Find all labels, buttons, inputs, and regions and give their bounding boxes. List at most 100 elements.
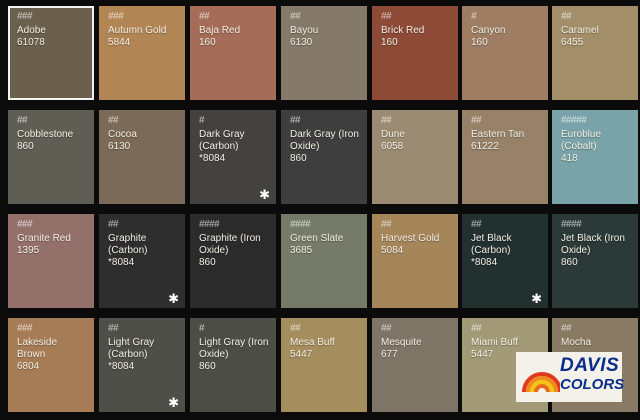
- swatch-label: Mesa Buff 5447: [290, 337, 361, 361]
- price-indicator: ##: [381, 323, 392, 334]
- color-code: 860: [17, 141, 34, 152]
- price-indicator: ###: [17, 323, 33, 334]
- color-name: Graphite (Carbon): [108, 233, 148, 256]
- color-swatch-canyon[interactable]: # Canyon 160: [462, 6, 548, 100]
- color-name: Eastern Tan: [471, 129, 525, 140]
- color-code: 860: [199, 257, 216, 268]
- color-name: Mesa Buff: [290, 337, 335, 348]
- price-indicator: ##: [561, 323, 572, 334]
- color-name: Autumn Gold: [108, 25, 167, 36]
- color-name: Cocoa: [108, 129, 137, 140]
- color-swatch-lakeside-brown[interactable]: ### Lakeside Brown 6804: [8, 318, 94, 412]
- color-swatch-dark-gray-carbon[interactable]: # Dark Gray (Carbon) *8084 ✱: [190, 110, 276, 204]
- color-swatch-baja-red[interactable]: ## Baja Red 160: [190, 6, 276, 100]
- color-swatch-granite-red[interactable]: ### Granite Red 1395: [8, 214, 94, 308]
- color-code: 677: [381, 349, 398, 360]
- color-swatch-euroblue-cobalt[interactable]: ##### Euroblue (Cobalt) 418: [552, 110, 638, 204]
- color-swatch-green-slate[interactable]: #### Green Slate 3685: [281, 214, 367, 308]
- color-code: *8084: [199, 153, 226, 164]
- swatch-label: Euroblue (Cobalt) 418: [561, 129, 632, 165]
- price-indicator: ####: [561, 219, 582, 230]
- color-swatch-bayou[interactable]: ## Bayou 6130: [281, 6, 367, 100]
- color-name: Mocha: [561, 337, 592, 348]
- color-swatch-graphite-iron-oxide[interactable]: #### Graphite (Iron Oxide) 860: [190, 214, 276, 308]
- swatch-label: Eastern Tan 61222: [471, 129, 542, 153]
- price-indicator: ##: [108, 219, 119, 230]
- price-indicator: #: [199, 115, 205, 126]
- color-code: 860: [290, 153, 307, 164]
- color-swatch-light-gray-iron-oxide[interactable]: # Light Gray (Iron Oxide) 860: [190, 318, 276, 412]
- color-code: 5084: [381, 245, 404, 256]
- color-name: Brick Red: [381, 25, 425, 36]
- color-code: 160: [381, 37, 398, 48]
- price-indicator: ###: [17, 11, 33, 22]
- price-indicator: ##: [471, 115, 482, 126]
- color-code: 860: [561, 257, 578, 268]
- color-swatch-harvest-gold[interactable]: ## Harvest Gold 5084: [372, 214, 458, 308]
- price-indicator: ##: [108, 323, 119, 334]
- swatch-label: Mesquite 677: [381, 337, 452, 361]
- color-code: *8084: [471, 257, 498, 268]
- price-indicator: ###: [17, 219, 33, 230]
- davis-colors-logo: DAVIS COLORS: [516, 352, 625, 402]
- color-name: Baja Red: [199, 25, 241, 36]
- color-name: Jet Black (Iron Oxide): [561, 233, 625, 256]
- price-indicator: ##: [290, 11, 301, 22]
- swatch-label: Harvest Gold 5084: [381, 233, 452, 257]
- swatch-label: Dune 6058: [381, 129, 452, 153]
- color-code: 61078: [17, 37, 45, 48]
- color-swatch-jet-black-iron-oxide[interactable]: #### Jet Black (Iron Oxide) 860: [552, 214, 638, 308]
- color-swatch-cobblestone[interactable]: ## Cobblestone 860: [8, 110, 94, 204]
- color-name: Dark Gray (Carbon): [199, 129, 245, 152]
- asterisk-note-icon: ✱: [531, 291, 542, 306]
- color-name: Adobe: [17, 25, 46, 36]
- color-swatch-dune[interactable]: ## Dune 6058: [372, 110, 458, 204]
- color-swatch-adobe[interactable]: ### Adobe 61078: [8, 6, 94, 100]
- price-indicator: ##: [290, 115, 301, 126]
- swatch-label: Brick Red 160: [381, 25, 452, 49]
- color-swatch-brick-red[interactable]: ## Brick Red 160: [372, 6, 458, 100]
- price-indicator: ###: [108, 11, 124, 22]
- price-indicator: ##: [471, 219, 482, 230]
- swatch-label: Caramel 6455: [561, 25, 632, 49]
- swatch-label: Adobe 61078: [17, 25, 88, 49]
- price-indicator: ##: [381, 115, 392, 126]
- color-name: Cobblestone: [17, 129, 74, 140]
- swatch-label: Baja Red 160: [199, 25, 270, 49]
- color-swatch-cocoa[interactable]: ## Cocoa 6130: [99, 110, 185, 204]
- color-name: Harvest Gold: [381, 233, 440, 244]
- price-indicator: ##: [290, 323, 301, 334]
- price-indicator: ##: [561, 11, 572, 22]
- logo-text-colors: COLORS: [560, 376, 625, 393]
- color-name: Miami Buff: [471, 337, 519, 348]
- color-swatch-caramel[interactable]: ## Caramel 6455: [552, 6, 638, 100]
- color-swatch-mesa-buff[interactable]: ## Mesa Buff 5447: [281, 318, 367, 412]
- color-swatch-dark-gray-iron-oxide[interactable]: ## Dark Gray (Iron Oxide) 860: [281, 110, 367, 204]
- color-swatch-eastern-tan[interactable]: ## Eastern Tan 61222: [462, 110, 548, 204]
- swatch-label: Lakeside Brown 6804: [17, 337, 88, 373]
- color-code: 860: [199, 361, 216, 372]
- swatch-label: Cobblestone 860: [17, 129, 88, 153]
- color-code: 6130: [108, 141, 131, 152]
- swatch-label: Light Gray (Iron Oxide) 860: [199, 337, 270, 373]
- color-name: Euroblue (Cobalt): [561, 129, 602, 152]
- color-swatch-jet-black-carbon[interactable]: ## Jet Black (Carbon) *8084 ✱: [462, 214, 548, 308]
- color-swatch-light-gray-carbon[interactable]: ## Light Gray (Carbon) *8084 ✱: [99, 318, 185, 412]
- color-code: 6130: [290, 37, 313, 48]
- swatch-label: Cocoa 6130: [108, 129, 179, 153]
- color-swatch-graphite-carbon[interactable]: ## Graphite (Carbon) *8084 ✱: [99, 214, 185, 308]
- color-name: Light Gray (Carbon): [108, 337, 155, 360]
- swatch-label: Bayou 6130: [290, 25, 361, 49]
- color-swatch-mesquite[interactable]: ## Mesquite 677: [372, 318, 458, 412]
- swatch-label: Jet Black (Carbon) *8084: [471, 233, 542, 269]
- color-name: Graphite (Iron Oxide): [199, 233, 261, 256]
- swatch-label: Mocha: [561, 337, 632, 349]
- price-indicator: ##: [17, 115, 28, 126]
- color-swatch-autumn-gold[interactable]: ### Autumn Gold 5844: [99, 6, 185, 100]
- price-indicator: #: [199, 323, 205, 334]
- color-name: Caramel: [561, 25, 599, 36]
- price-indicator: ####: [290, 219, 311, 230]
- color-code: 160: [199, 37, 216, 48]
- price-indicator: #####: [561, 115, 587, 126]
- swatch-label: Canyon 160: [471, 25, 542, 49]
